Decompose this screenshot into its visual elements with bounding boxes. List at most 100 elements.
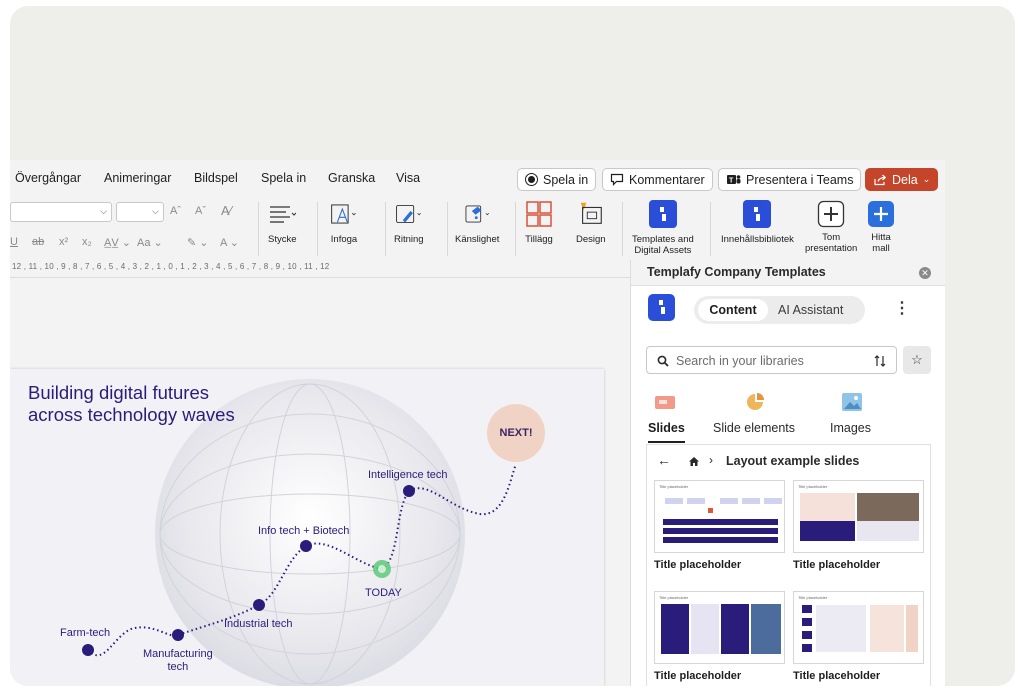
- sensitivity-button[interactable]: Känslighet: [455, 200, 499, 245]
- templates-label: Templates and Digital Assets: [632, 234, 694, 256]
- font-size-select[interactable]: ⌵: [116, 202, 164, 222]
- paragraph-button[interactable]: Stycke: [268, 200, 297, 245]
- plus-square-icon: [817, 200, 845, 228]
- thumbnail-caption: Title placeholder: [793, 559, 881, 571]
- search-input[interactable]: Search in your libraries: [646, 346, 897, 374]
- drawing-button[interactable]: Ritning: [394, 200, 424, 245]
- blank-presentation-button[interactable]: Tom presentation: [805, 200, 857, 254]
- content-library-button[interactable]: Innehållsbibliotek: [721, 200, 794, 245]
- tab-content[interactable]: Content: [698, 299, 768, 321]
- timeline-node-industrial: [253, 599, 265, 611]
- find-template-button[interactable]: Hitta mall: [867, 200, 895, 254]
- templafy-icon: [648, 200, 677, 228]
- panel-header: Templafy Company Templates ✕: [631, 260, 945, 286]
- milestone-info-bio-tech: Info tech + Biotech: [258, 525, 350, 537]
- underline-button[interactable]: U: [10, 236, 18, 248]
- slide-thumbnail[interactable]: Title placeholder: [654, 591, 785, 664]
- addins-label: Tillägg: [525, 234, 553, 245]
- templates-and-digital-assets-button[interactable]: Templates and Digital Assets: [632, 200, 694, 256]
- font-family-select[interactable]: ⌵: [10, 202, 112, 222]
- comments-button[interactable]: Kommentarer: [602, 168, 713, 191]
- sort-icon[interactable]: [874, 355, 886, 367]
- addins-button[interactable]: Tillägg: [525, 200, 553, 245]
- highlight-pen-icon[interactable]: ✎ ⌄: [187, 236, 209, 249]
- comment-icon: [610, 173, 624, 186]
- tab-ai-assistant[interactable]: AI Assistant: [778, 299, 843, 321]
- chevron-right-icon: ›: [709, 453, 713, 467]
- close-icon[interactable]: ✕: [919, 267, 931, 279]
- search-placeholder: Search in your libraries: [676, 354, 804, 368]
- share-icon: [874, 174, 887, 185]
- insert-label: Infoga: [330, 234, 358, 245]
- insert-button[interactable]: Infoga: [330, 200, 358, 245]
- thumbnail-caption: Title placeholder: [654, 670, 742, 682]
- milestone-industrial-tech: Industrial tech: [224, 618, 293, 630]
- next-badge: NEXT!: [487, 404, 545, 462]
- clear-formatting-icon[interactable]: A∕: [221, 203, 232, 218]
- record-button[interactable]: Spela in: [517, 168, 597, 191]
- panel-title: Templafy Company Templates: [647, 265, 826, 279]
- drawing-label: Ritning: [394, 234, 424, 245]
- ribbon-divider: [258, 202, 259, 256]
- superscript-button[interactable]: x²: [59, 236, 68, 248]
- ribbon: ⌵ ⌵ Aˆ Aˇ A∕ U ab x² x₂ A̲V̲ ⌄ Aa ⌄ ✎ ⌄ …: [10, 196, 945, 260]
- design-label: Design: [576, 234, 606, 245]
- ribbon-divider: [622, 202, 623, 256]
- templafy-panel: Templafy Company Templates ✕ Content AI …: [630, 260, 945, 686]
- breadcrumb-current[interactable]: Layout example slides: [726, 454, 859, 468]
- font-color-button[interactable]: A ⌄: [220, 236, 239, 249]
- home-icon[interactable]: [688, 456, 700, 467]
- tab-images[interactable]: Images: [830, 421, 871, 435]
- paragraph-label: Stycke: [268, 234, 297, 245]
- tab-slide-elements[interactable]: Slide elements: [713, 421, 795, 435]
- thumb-mini-title: Title placeholder: [659, 484, 689, 489]
- present-in-teams-button[interactable]: T Presentera i Teams: [718, 168, 862, 191]
- chevron-down-icon: ⌵: [100, 206, 107, 216]
- slide-gallery: Title placeholder Title placeholder Titl…: [646, 478, 931, 686]
- slide-title[interactable]: Building digital futures across technolo…: [28, 382, 235, 426]
- design-button[interactable]: Design: [576, 200, 606, 245]
- blank-presentation-label: Tom presentation: [805, 232, 858, 254]
- tab-slides[interactable]: Slides: [648, 421, 685, 435]
- menu-animations[interactable]: Animeringar: [104, 171, 171, 185]
- teams-label: Presentera i Teams: [746, 172, 854, 187]
- thumb-mini-title: Title placeholder: [798, 484, 828, 489]
- change-case-button[interactable]: Aa ⌄: [137, 236, 163, 249]
- share-button[interactable]: Dela ⌄: [865, 168, 939, 191]
- milestone-manufacturing-tech: Manufacturing tech: [143, 648, 213, 673]
- plus-icon: [867, 200, 895, 228]
- timeline-node-info-bio: [300, 540, 312, 552]
- decrease-font-size-button[interactable]: Aˇ: [195, 205, 206, 217]
- timeline-node-manufacturing: [172, 629, 184, 641]
- breadcrumb: ← › Layout example slides: [646, 444, 931, 478]
- menu-view[interactable]: Visa: [396, 171, 420, 185]
- slide-thumbnail[interactable]: Title placeholder: [793, 591, 924, 664]
- strikethrough-button[interactable]: ab: [32, 236, 44, 248]
- character-spacing-button[interactable]: A̲V̲ ⌄: [104, 236, 131, 249]
- slide-thumbnail[interactable]: Title placeholder: [793, 480, 924, 553]
- addins-icon: [525, 200, 553, 228]
- slides-tab-icon: [655, 396, 675, 409]
- designer-icon: [577, 200, 605, 228]
- menu-record[interactable]: Spela in: [261, 171, 306, 185]
- ribbon-divider: [317, 202, 318, 256]
- share-label: Dela: [892, 172, 918, 187]
- teams-icon: T: [727, 175, 741, 185]
- increase-font-size-button[interactable]: Aˆ: [170, 205, 181, 217]
- menu-slideshow[interactable]: Bildspel: [194, 171, 238, 185]
- menu-transitions[interactable]: Övergångar: [15, 171, 81, 185]
- favorites-star-icon[interactable]: ☆: [903, 346, 931, 374]
- templafy-icon: [743, 200, 772, 228]
- svg-text:T: T: [729, 178, 734, 185]
- subscript-button[interactable]: x₂: [82, 236, 92, 248]
- horizontal-ruler: 12 , 11 , 10 , 9 , 8 , 7 , 6 , 5 , 4 , 3…: [10, 260, 630, 278]
- menu-review[interactable]: Granska: [328, 171, 375, 185]
- slide-thumbnail[interactable]: Title placeholder: [654, 480, 785, 553]
- thumbnail-caption: Title placeholder: [793, 670, 881, 682]
- powerpoint-window: Övergångar Animeringar Bildspel Spela in…: [10, 160, 945, 686]
- more-options-icon[interactable]: ⋮: [894, 301, 910, 317]
- slide-canvas[interactable]: Building digital futures across technolo…: [10, 369, 604, 686]
- record-label: Spela in: [543, 172, 589, 187]
- back-arrow-icon[interactable]: ←: [657, 452, 671, 468]
- drawing-icon: [395, 200, 423, 228]
